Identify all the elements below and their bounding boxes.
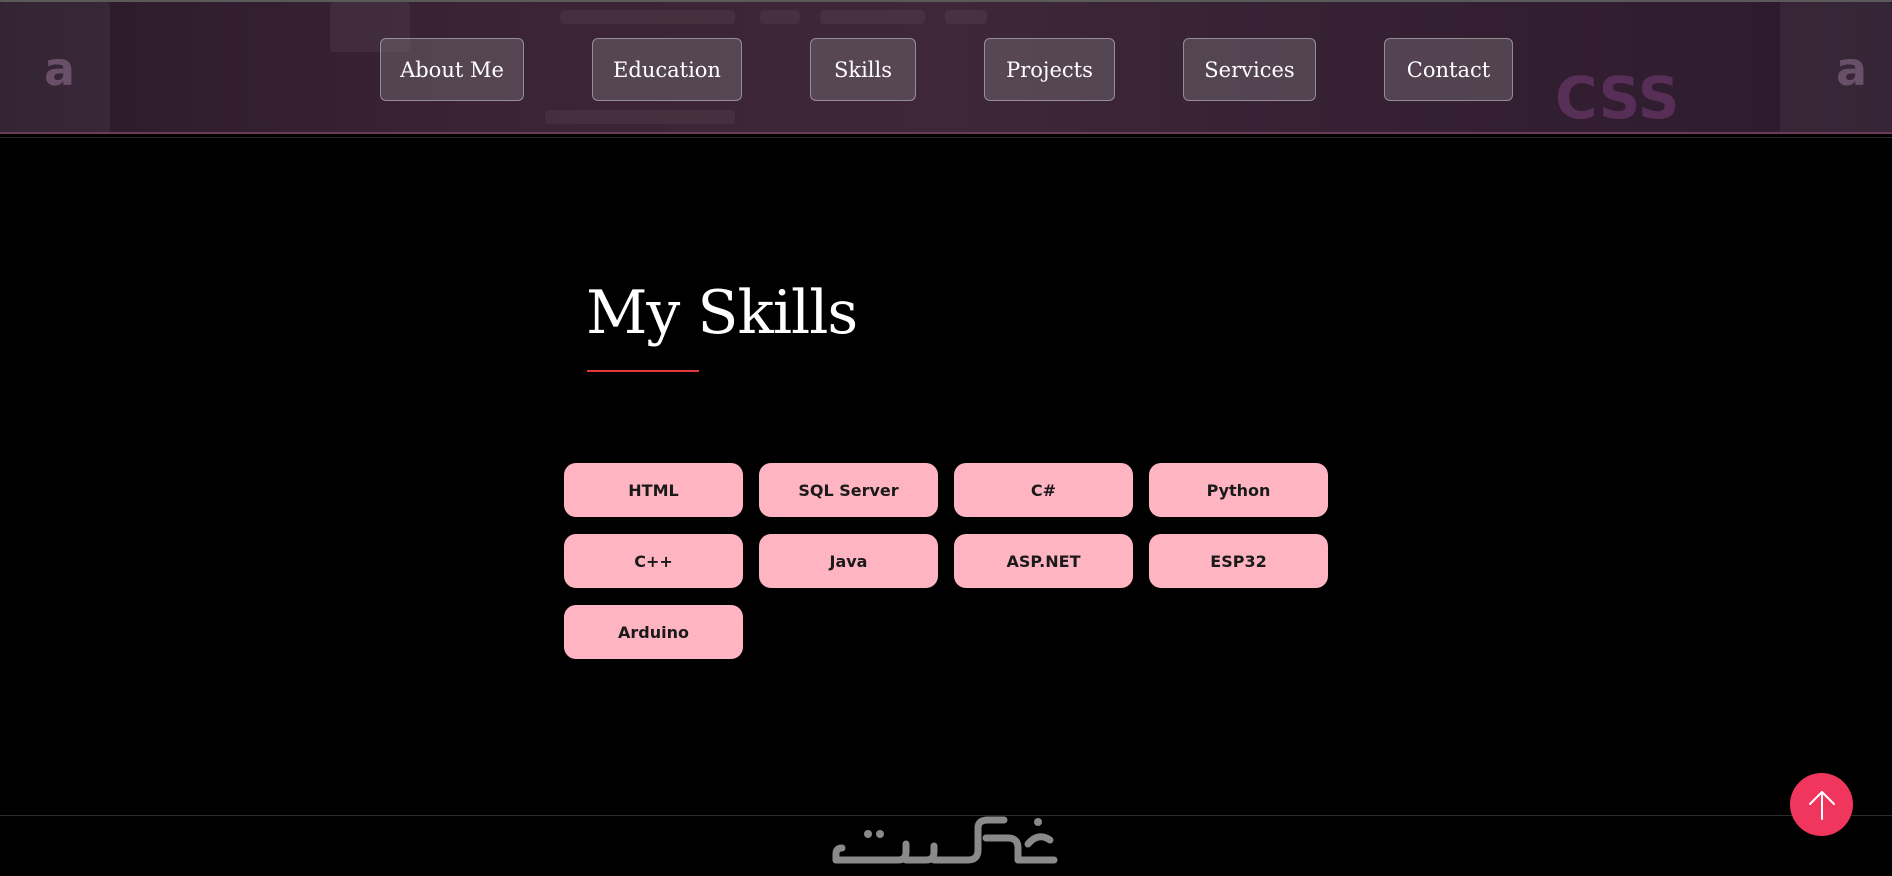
skill-chip-cpp: C++	[564, 534, 743, 588]
header-background-letter: a	[1836, 42, 1868, 96]
nav-about-me-button[interactable]: About Me	[380, 38, 524, 101]
skill-chip-python: Python	[1149, 463, 1328, 517]
header-divider	[0, 137, 1892, 138]
header-background-decoration	[760, 10, 800, 24]
skill-chip-esp32: ESP32	[1149, 534, 1328, 588]
skill-chip-java: Java	[759, 534, 938, 588]
skills-grid: HTML SQL Server C# Python C++ Java ASP.N…	[564, 463, 1330, 659]
header-background-decoration	[820, 10, 925, 24]
skill-chip-arduino: Arduino	[564, 605, 743, 659]
skill-chip-aspnet: ASP.NET	[954, 534, 1133, 588]
nav-skills-button[interactable]: Skills	[810, 38, 916, 101]
header-background-decoration	[560, 10, 735, 24]
header-background-decoration	[945, 10, 987, 24]
scroll-to-top-button[interactable]	[1790, 773, 1853, 836]
nav-services-button[interactable]: Services	[1183, 38, 1316, 101]
arrow-up-icon	[1808, 790, 1835, 820]
khamsat-logo-icon	[832, 816, 1058, 864]
nav-projects-button[interactable]: Projects	[984, 38, 1115, 101]
header-background-letter: CSS	[1555, 64, 1680, 132]
skill-chip-csharp: C#	[954, 463, 1133, 517]
skill-chip-sql-server: SQL Server	[759, 463, 938, 517]
nav-education-button[interactable]: Education	[592, 38, 742, 101]
header-background-letter: a	[44, 42, 76, 96]
skill-chip-html: HTML	[564, 463, 743, 517]
header-background-decoration	[545, 110, 735, 124]
title-underline	[587, 370, 699, 372]
nav-contact-button[interactable]: Contact	[1384, 38, 1513, 101]
top-navigation-bar: a a CSS About Me Education Skills Projec…	[0, 0, 1892, 134]
section-title: My Skills	[586, 278, 858, 348]
